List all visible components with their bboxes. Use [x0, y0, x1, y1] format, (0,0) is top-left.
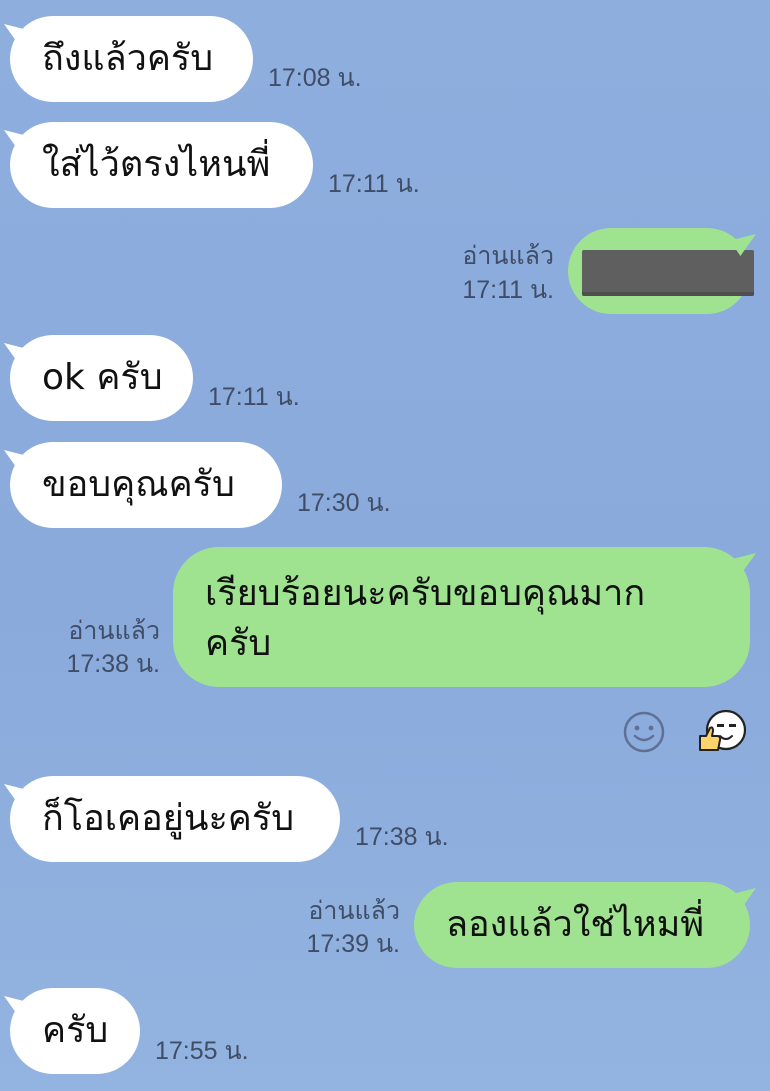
message-bubble-incoming[interactable]: ขอบคุณครับ: [10, 442, 282, 528]
message-text: ใส่ไว้ตรงไหนพี่: [42, 144, 271, 185]
message-text: ครับ: [42, 1010, 109, 1051]
message-time: 17:11 น.: [328, 170, 420, 198]
chat-area: ถึงแล้วครับ 17:08 น. ใส่ไว้ตรงไหนพี่ 17:…: [0, 0, 770, 1091]
message-time: 17:38 น.: [355, 823, 449, 851]
message-text: ถึงแล้วครับ: [42, 38, 214, 79]
message-text: ลองแล้วใช่ไหมพี่: [446, 904, 705, 945]
message-bubble-outgoing[interactable]: เรียบร้อยนะครับขอบคุณมาก ครับ: [173, 547, 750, 687]
message-time: 17:55 น.: [155, 1037, 249, 1065]
message-text: ok ครับ: [42, 357, 163, 398]
message-bubble-outgoing[interactable]: ลองแล้วใช่ไหมพี่: [414, 882, 750, 968]
message-bubble-incoming[interactable]: ถึงแล้วครับ: [10, 16, 253, 102]
message-bubble-outgoing[interactable]: [568, 228, 754, 314]
message-time: 17:39 น.: [306, 930, 400, 958]
message-text: ก็โอเคอยู่นะครับ: [42, 798, 295, 839]
message-text: ขอบคุณครับ: [42, 464, 235, 505]
thumbs-up-face-icon: [699, 709, 747, 751]
applied-reaction[interactable]: [696, 706, 748, 758]
smiley-add-icon: [623, 711, 665, 753]
redacted-content: [582, 250, 754, 296]
message-time: 17:11 น.: [208, 383, 300, 411]
message-time: 17:11 น.: [462, 276, 554, 304]
message-time: 17:30 น.: [297, 489, 391, 517]
message-time: 17:08 น.: [268, 64, 362, 92]
message-bubble-incoming[interactable]: ครับ: [10, 988, 140, 1074]
read-status: อ่านแล้ว: [68, 617, 160, 645]
add-reaction-button[interactable]: [622, 710, 666, 754]
read-status: อ่านแล้ว: [462, 242, 554, 270]
message-bubble-incoming[interactable]: ก็โอเคอยู่นะครับ: [10, 776, 340, 862]
read-status: อ่านแล้ว: [308, 897, 400, 925]
message-bubble-incoming[interactable]: ok ครับ: [10, 335, 193, 421]
message-time: 17:38 น.: [66, 650, 160, 678]
message-bubble-incoming[interactable]: ใส่ไว้ตรงไหนพี่: [10, 122, 313, 208]
message-text: เรียบร้อยนะครับขอบคุณมาก ครับ: [205, 573, 646, 664]
